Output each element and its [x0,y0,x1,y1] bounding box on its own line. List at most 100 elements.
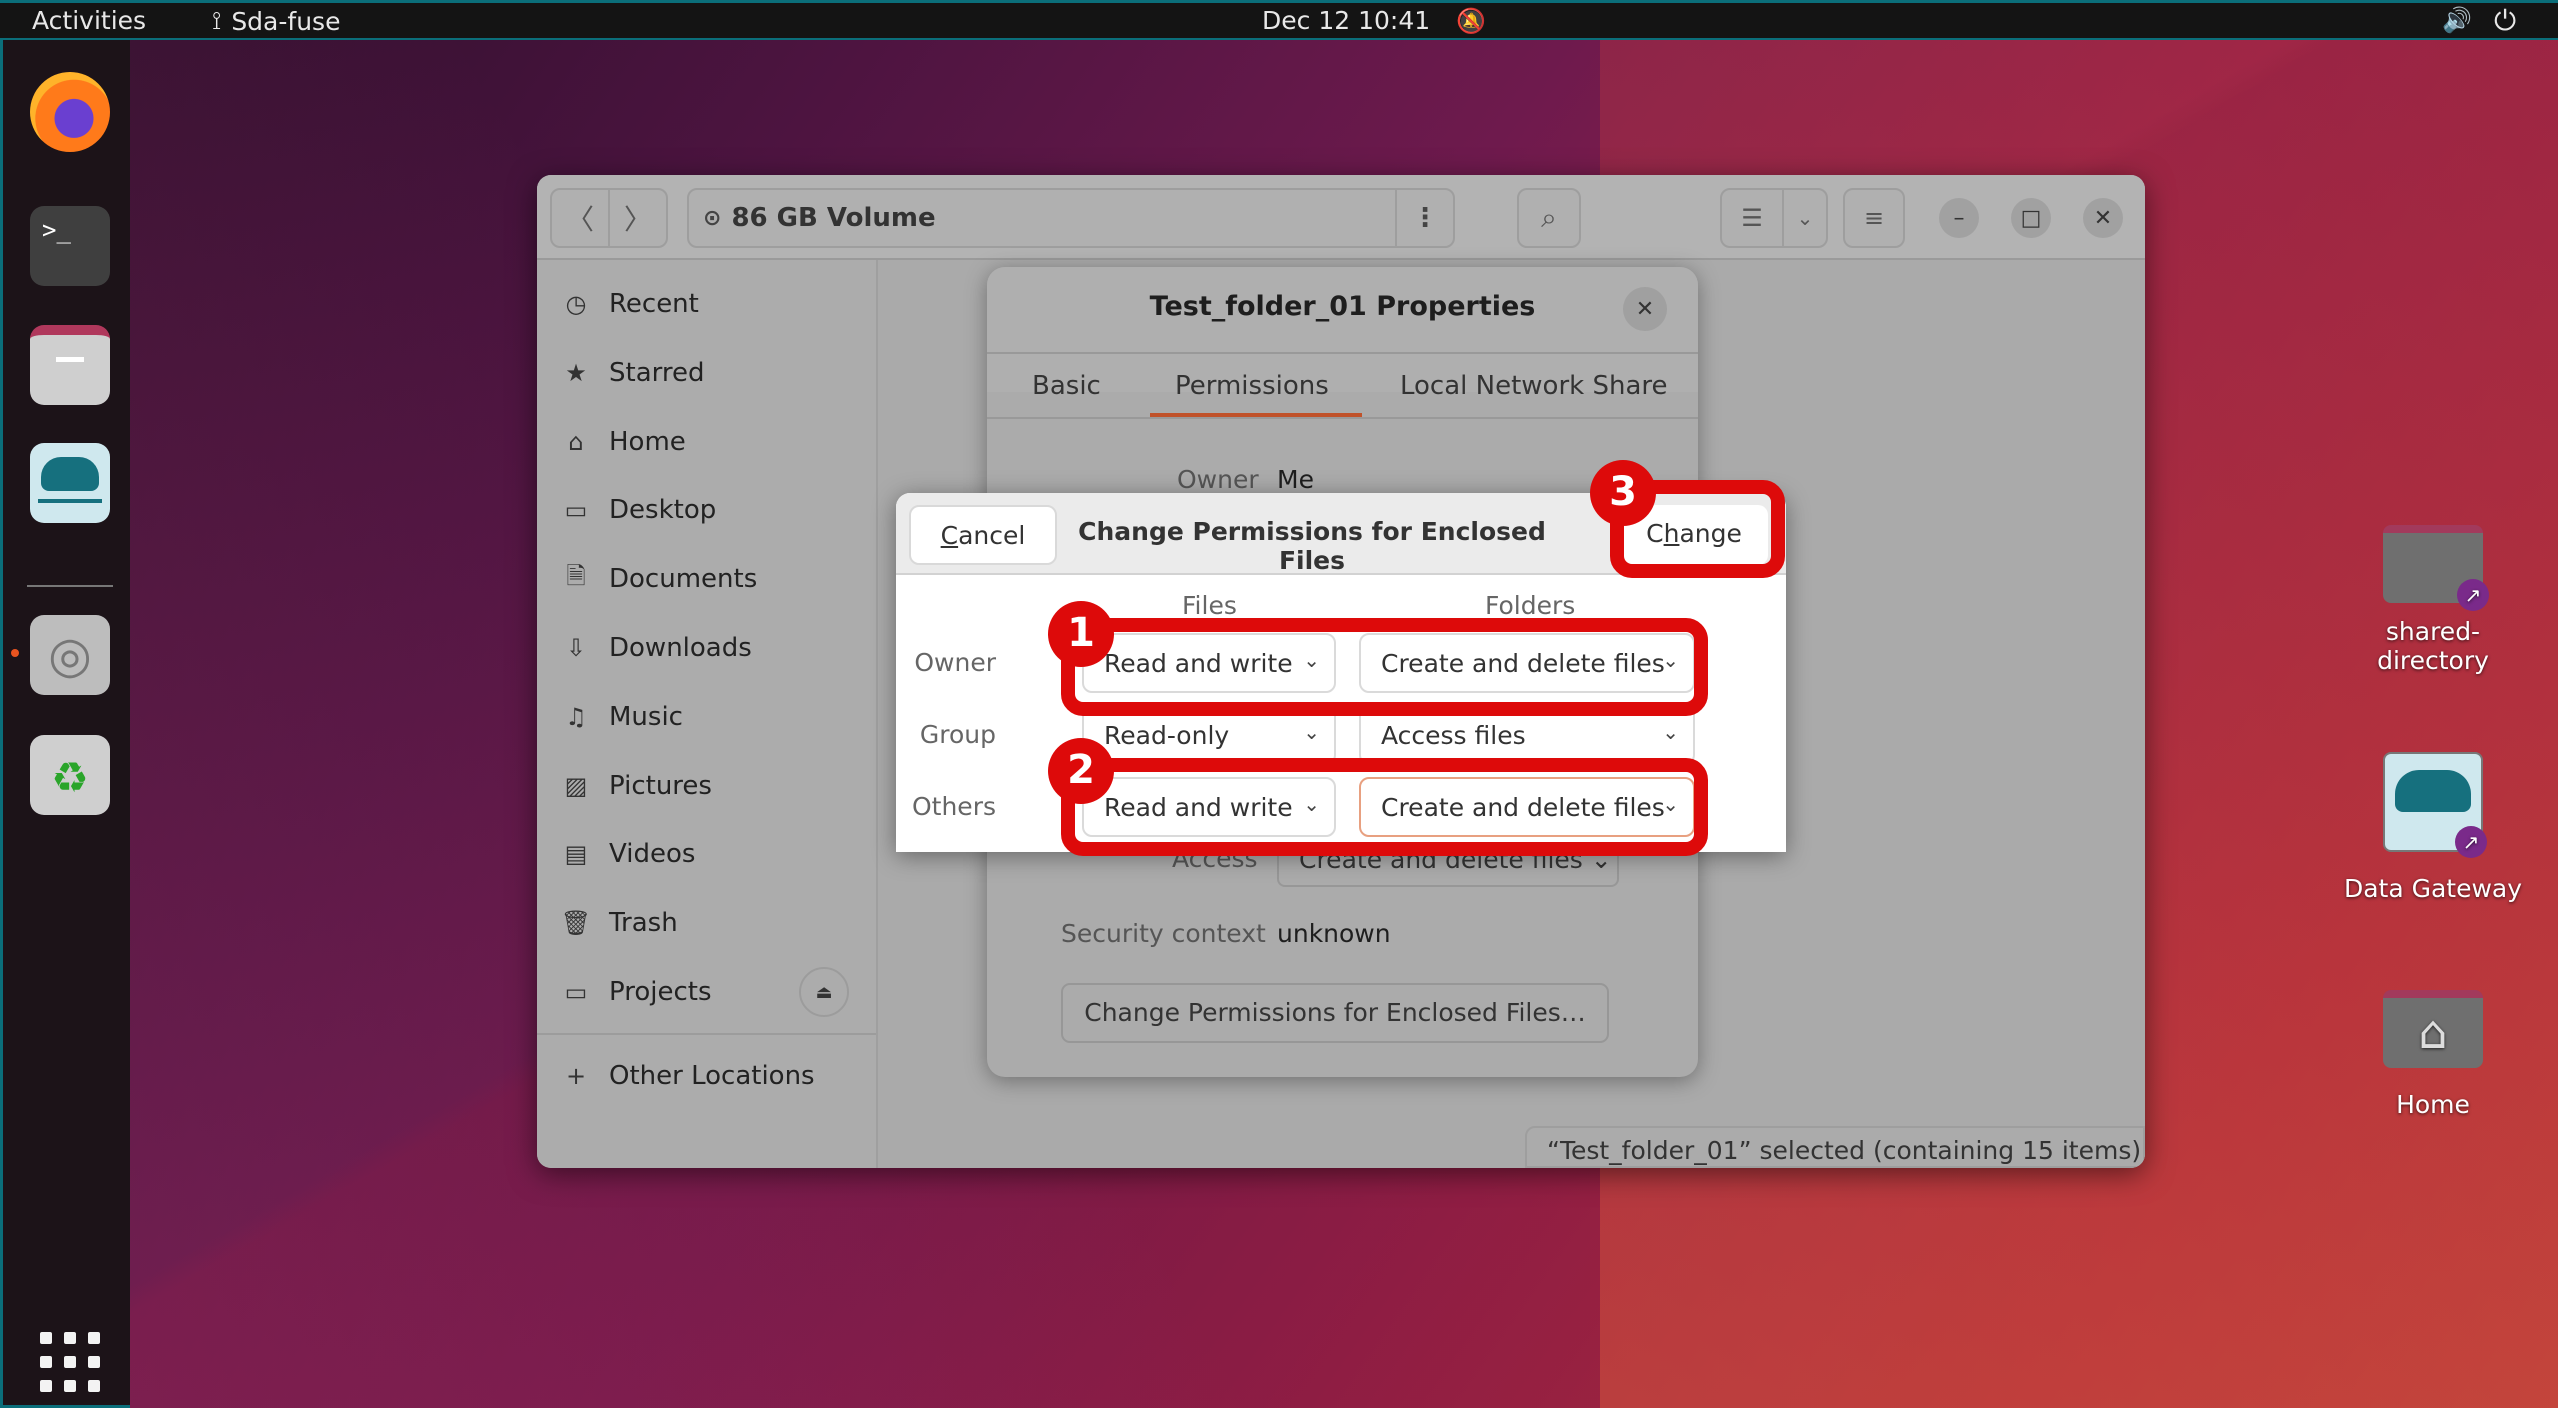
path-bar[interactable]: ⊙ 86 GB Volume ⋮ [687,188,1455,248]
sidebar-item-desktop[interactable]: ▭ Desktop [537,480,876,540]
tab-local-network-share[interactable]: Local Network Share [1400,371,1668,401]
sidebar-item-documents[interactable]: 🗎 Documents [537,549,876,609]
link-arrow-icon: ↗ [2455,826,2487,858]
star-icon: ★ [565,359,587,387]
cancel-label-rest: ancel [958,521,1026,550]
desktop-icon-label: shared-directory [2377,617,2489,675]
folder-icon: ↗ [2383,525,2489,611]
sidebar-item-label: Desktop [609,495,717,525]
trash-recycle-icon[interactable]: ♻ [30,735,110,815]
speaker-icon[interactable]: 🔊 [2442,6,2472,34]
sidebar-item-recent[interactable]: ◷ Recent [537,274,876,334]
close-button[interactable]: ✕ [2083,198,2123,238]
security-context-value: unknown [1277,919,1391,948]
annotation-number: 1 [1048,601,1114,667]
sidebar-item-downloads[interactable]: ⇩ Downloads [537,618,876,678]
chevron-left-icon: 〈 [565,203,594,236]
sidebar: ◷ Recent ★ Starred ⌂ Home ▭ Desktop 🗎 Documen… [537,260,878,1168]
files-icon[interactable] [30,325,110,405]
network-graph-icon: ⟟ [212,6,222,35]
network-line [38,499,102,503]
search-button[interactable]: ⌕ [1517,188,1581,248]
sidebar-item-other-locations[interactable]: + Other Locations [537,1046,876,1106]
column-header-folders: Folders [1485,591,1576,620]
owner-label: Owner [1177,465,1259,494]
sidebar-item-music[interactable]: ♫ Music [537,687,876,747]
music-icon: ♫ [565,703,587,731]
sidebar-item-label: Recent [609,289,699,319]
sidebar-item-pictures[interactable]: ▨ Pictures [537,756,876,816]
row-label-group: Group [919,720,996,749]
sidebar-item-videos[interactable]: ▤ Videos [537,824,876,884]
view-list-button[interactable]: ☰ [1720,188,1784,248]
mnemonic: C [940,521,959,550]
picture-icon: ▨ [564,772,588,800]
annotation-box-owner-row [1061,618,1708,716]
app-name: Sda-fuse [231,6,341,36]
view-options-button[interactable]: ⌄ [1782,188,1828,248]
back-button[interactable]: 〈 [550,188,610,248]
eject-icon: ⏏ [815,981,833,1003]
video-icon: ▤ [564,840,588,868]
hamburger-menu-icon: ≡ [1863,204,1885,232]
desktop-icon-label: Data Gateway [2343,874,2523,903]
dialog-title: Change Permissions for Enclosed Files [1078,517,1546,575]
sidebar-item-starred[interactable]: ★ Starred [537,343,876,403]
power-icon[interactable]: ⏻ [2494,4,2516,38]
cloud-network-icon[interactable] [30,443,110,523]
tab-basic[interactable]: Basic [1032,371,1101,401]
change-enclosed-permissions-button[interactable]: Change Permissions for Enclosed Files… [1061,983,1609,1043]
row-label-others: Others [911,792,996,821]
annotation-box-others-row [1061,758,1708,856]
dock-separator [27,585,113,587]
kebab-menu-icon: ⋮ [1412,203,1438,233]
desktop-icon-data-gateway[interactable]: ↗ Data Gateway [2333,752,2533,903]
path-label: 86 GB Volume [731,203,936,233]
properties-title: Test_folder_01 Properties [1149,291,1536,322]
sidebar-item-label: Starred [609,358,705,388]
properties-close-button[interactable]: ✕ [1623,287,1667,331]
disc-icon[interactable]: ◎ [30,615,110,695]
sidebar-separator [537,1033,876,1035]
minimize-button[interactable]: – [1939,198,1979,238]
path-menu-button[interactable]: ⋮ [1395,190,1453,246]
trash-icon: 🗑 [560,909,592,937]
cloud-network-icon: ↗ [2383,752,2487,858]
dock: >_ ◎ ♻ [0,40,130,1408]
sidebar-item-label: Music [609,702,683,732]
activities-button[interactable]: Activities [32,6,146,35]
desktop-icon-shared-directory[interactable]: ↗ shared-directory [2333,525,2533,675]
maximize-button[interactable]: □ [2011,198,2051,238]
list-view-icon: ☰ [1741,204,1763,232]
download-icon: ⇩ [565,634,587,662]
terminal-icon[interactable]: >_ [30,206,110,286]
desktop-icon-home[interactable]: ⌂ Home [2333,990,2533,1119]
forward-button[interactable]: 〉 [608,188,668,248]
close-icon: ✕ [1635,296,1655,322]
divider [987,352,1698,354]
home-icon: ⌂ [568,428,584,456]
app-menu[interactable]: ⟟ Sda-fuse [212,6,340,36]
annotation-number: 2 [1048,738,1114,804]
desktop-icon: ▭ [564,496,588,524]
drive-icon: ▭ [564,978,588,1006]
annotation-number: 3 [1590,460,1656,526]
bell-muted-icon[interactable]: 🔕 [1456,7,1486,35]
security-context-label: Security context [1061,919,1266,948]
owner-value: Me [1277,465,1314,494]
eject-button[interactable]: ⏏ [799,967,849,1017]
show-apps-icon[interactable] [40,1332,100,1392]
sidebar-item-home[interactable]: ⌂ Home [537,412,876,472]
row-label-owner: Owner [914,648,996,677]
clock[interactable]: Dec 12 10:41 [1262,6,1430,35]
firefox-icon[interactable] [30,72,110,152]
chevron-down-icon: ⌄ [1303,720,1320,744]
sidebar-item-label: Trash [609,908,678,938]
files-handle [56,357,84,362]
tab-permissions[interactable]: Permissions [1175,371,1329,401]
cancel-button[interactable]: Cancel [909,505,1057,565]
header-bar: 〈 〉 ⊙ 86 GB Volume ⋮ ⌕ ☰ ⌄ ≡ – □ ✕ [537,175,2145,260]
main-menu-button[interactable]: ≡ [1843,188,1905,248]
sidebar-item-trash[interactable]: 🗑 Trash [537,893,876,953]
home-folder-icon: ⌂ [2383,990,2483,1068]
